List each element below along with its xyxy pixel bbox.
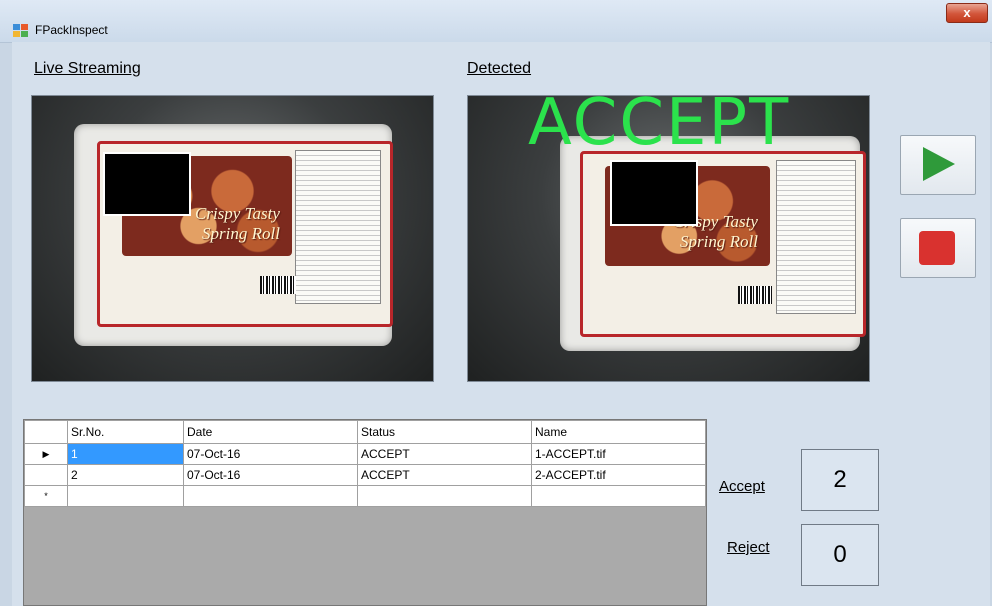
cell-status[interactable]: ACCEPT: [357, 464, 532, 486]
detected-brand-line-2: Spring Roll: [680, 232, 758, 251]
close-icon: x: [963, 5, 971, 20]
live-streaming-label: Live Streaming: [34, 60, 141, 77]
redaction-box: [610, 160, 698, 226]
cell-name[interactable]: 1-ACCEPT.tif: [531, 443, 706, 465]
live-stream-view: Crispy Tasty Spring Roll: [31, 95, 434, 382]
table-row[interactable]: 2 07-Oct-16 ACCEPT 2-ACCEPT.tif: [24, 464, 706, 486]
reject-label: Reject: [727, 539, 770, 556]
table-row[interactable]: ▶ 1 07-Oct-16 ACCEPT 1-ACCEPT.tif: [24, 443, 706, 465]
column-header-name[interactable]: Name: [531, 420, 706, 444]
new-row-indicator[interactable]: *: [24, 485, 68, 507]
cell-srno-new[interactable]: [67, 485, 184, 507]
redaction-box: [103, 152, 191, 216]
column-header-srno[interactable]: Sr.No.: [67, 420, 184, 444]
brand-line-2: Spring Roll: [202, 224, 280, 243]
brand-line-1: Crispy Tasty: [195, 204, 280, 223]
close-button[interactable]: x: [946, 3, 988, 23]
cell-srno[interactable]: 2: [67, 464, 184, 486]
cell-date[interactable]: 07-Oct-16: [183, 464, 358, 486]
results-grid[interactable]: Sr.No. Date Status Name ▶ 1 07-Oct-16 AC…: [23, 419, 707, 606]
reject-count: 0: [801, 524, 879, 586]
row-header-corner: [24, 420, 68, 444]
cell-name-new[interactable]: [531, 485, 706, 507]
column-header-date[interactable]: Date: [183, 420, 358, 444]
row-header[interactable]: [24, 464, 68, 486]
app-icon: [13, 24, 28, 37]
window-title: FPackInspect: [35, 23, 108, 37]
column-header-status[interactable]: Status: [357, 420, 532, 444]
grid-header-row: Sr.No. Date Status Name: [24, 420, 706, 444]
title-bar: FPackInspect x: [0, 0, 992, 43]
accept-overlay-text: ACCEPT: [528, 95, 791, 160]
stop-button[interactable]: [900, 218, 976, 278]
cell-status-new[interactable]: [357, 485, 532, 507]
cell-date[interactable]: 07-Oct-16: [183, 443, 358, 465]
accept-label: Accept: [719, 478, 765, 495]
cell-date-new[interactable]: [183, 485, 358, 507]
results-table: Sr.No. Date Status Name ▶ 1 07-Oct-16 AC…: [24, 420, 706, 507]
accept-count: 2: [801, 449, 879, 511]
current-row-indicator[interactable]: ▶: [24, 443, 68, 465]
stop-icon: [919, 231, 955, 265]
start-button[interactable]: [900, 135, 976, 195]
detected-label: Detected: [467, 60, 532, 77]
cell-srno[interactable]: 1: [67, 443, 184, 465]
play-icon: [923, 147, 955, 181]
detected-view: Crispy Tasty Spring Roll ACCEPT: [467, 95, 870, 382]
cell-name[interactable]: 2-ACCEPT.tif: [531, 464, 706, 486]
cell-status[interactable]: ACCEPT: [357, 443, 532, 465]
new-row[interactable]: *: [24, 485, 706, 507]
